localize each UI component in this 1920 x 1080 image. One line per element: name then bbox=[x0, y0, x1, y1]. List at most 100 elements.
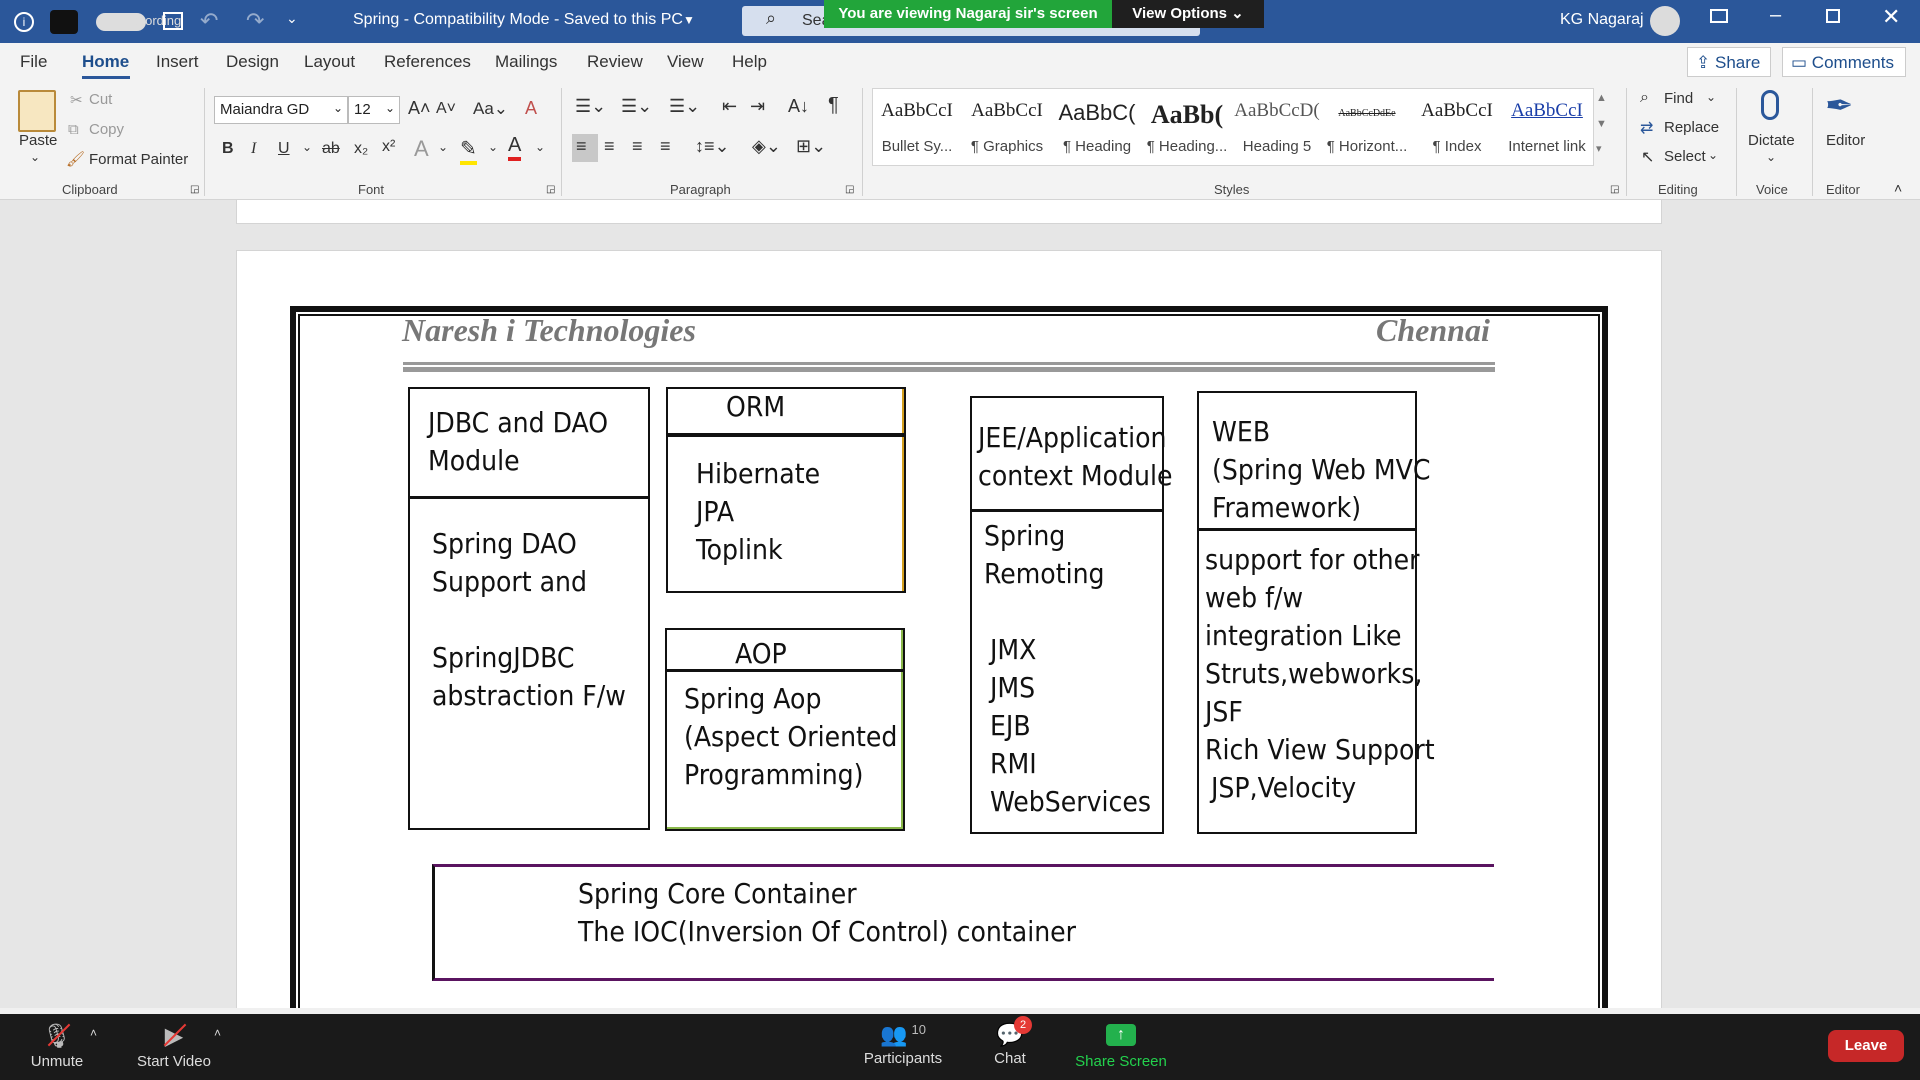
editor-button[interactable]: Editor bbox=[1826, 132, 1865, 149]
more-styles-icon[interactable]: ▾ bbox=[1596, 142, 1602, 155]
tab-review[interactable]: Review bbox=[587, 52, 643, 72]
undo-icon[interactable]: ↶ bbox=[200, 8, 218, 34]
highlight-icon[interactable]: ✎ bbox=[460, 136, 477, 165]
dialog-launcher-icon[interactable]: ◲ bbox=[190, 184, 199, 195]
strikethrough-icon[interactable]: ab bbox=[322, 140, 340, 158]
justify-icon[interactable]: ≡ bbox=[660, 136, 671, 157]
align-right-icon[interactable]: ≡ bbox=[632, 136, 643, 157]
chat-button[interactable]: 💬 2 Chat bbox=[988, 1016, 1032, 1078]
unmute-button[interactable]: 🎙 Unmute bbox=[30, 1022, 84, 1078]
chevron-down-icon[interactable]: ⌄ bbox=[535, 140, 545, 154]
save-icon[interactable] bbox=[163, 12, 183, 30]
avatar[interactable] bbox=[1650, 6, 1680, 36]
chevron-down-icon[interactable]: ⌄ bbox=[1706, 90, 1716, 104]
shrink-font-icon[interactable]: A˅ bbox=[436, 100, 456, 118]
minimize-icon[interactable]: – bbox=[1770, 4, 1781, 27]
tab-file[interactable]: File bbox=[20, 52, 47, 72]
paste-icon[interactable] bbox=[18, 90, 56, 132]
start-video-button[interactable]: ▶ Start Video bbox=[134, 1022, 214, 1078]
style-item[interactable]: AaBbCcDdEe ¶ Horizont... bbox=[1322, 100, 1412, 155]
line-spacing-icon[interactable]: ↕≡⌄ bbox=[695, 136, 730, 157]
view-options-button[interactable]: View Options ⌄ bbox=[1112, 0, 1264, 28]
chevron-down-icon[interactable]: ⌄ bbox=[1708, 148, 1718, 162]
document-title[interactable]: Spring - Compatibility Mode - Saved to t… bbox=[353, 11, 683, 29]
style-item[interactable]: AaBbCcI Bullet Sy... bbox=[872, 100, 962, 155]
style-item[interactable]: AaBbCcI ¶ Graphics bbox=[962, 100, 1052, 155]
collapse-ribbon-icon[interactable]: ˄ bbox=[1894, 180, 1902, 196]
user-name[interactable]: KG Nagaraj bbox=[1560, 11, 1644, 29]
dialog-launcher-icon[interactable]: ◲ bbox=[845, 184, 854, 195]
clear-formatting-icon[interactable]: A bbox=[525, 98, 537, 119]
bold-icon[interactable]: B bbox=[222, 140, 234, 158]
dialog-launcher-icon[interactable]: ◲ bbox=[1610, 184, 1619, 195]
leave-button[interactable]: Leave bbox=[1828, 1030, 1904, 1062]
format-painter-button[interactable]: Format Painter bbox=[89, 151, 188, 168]
microphone-icon[interactable] bbox=[1761, 90, 1779, 120]
font-size-dropdown[interactable]: 12 ⌄ bbox=[348, 96, 400, 124]
chevron-down-icon[interactable]: ⌄ bbox=[30, 150, 40, 164]
editor-icon[interactable]: ✒ bbox=[1825, 86, 1854, 126]
share-button[interactable]: ⇪ Share bbox=[1687, 47, 1771, 77]
increase-indent-icon[interactable]: ⇥ bbox=[750, 96, 765, 117]
align-left-icon[interactable]: ≡ bbox=[572, 134, 598, 162]
scroll-down-icon[interactable]: ▼ bbox=[1596, 118, 1607, 130]
dictate-button[interactable]: Dictate bbox=[1748, 132, 1795, 149]
borders-icon[interactable]: ⊞⌄ bbox=[796, 136, 826, 157]
tab-help[interactable]: Help bbox=[732, 52, 767, 72]
chevron-down-icon[interactable]: ⌄ bbox=[302, 140, 312, 154]
customize-qat-icon[interactable]: ⌄ bbox=[286, 10, 298, 27]
sort-icon[interactable]: A↓ bbox=[788, 96, 809, 117]
tab-insert[interactable]: Insert bbox=[156, 52, 199, 72]
select-button[interactable]: Select bbox=[1664, 148, 1706, 165]
chevron-down-icon[interactable]: ⌄ bbox=[438, 140, 448, 154]
restore-icon[interactable] bbox=[1826, 9, 1840, 23]
chevron-down-icon[interactable]: ⌄ bbox=[488, 140, 498, 154]
italic-icon[interactable]: I bbox=[251, 140, 256, 158]
align-center-icon[interactable]: ≡ bbox=[604, 136, 615, 157]
close-icon[interactable]: ✕ bbox=[1882, 4, 1900, 30]
underline-icon[interactable]: U bbox=[278, 140, 290, 158]
chevron-up-icon[interactable]: ˄ bbox=[90, 1026, 97, 1040]
chevron-down-icon[interactable]: ▼ bbox=[683, 13, 695, 27]
style-item[interactable]: AaBbCcI ¶ Index bbox=[1412, 100, 1502, 155]
font-name-dropdown[interactable]: Maiandra GD ⌄ bbox=[214, 96, 348, 124]
info-icon[interactable]: i bbox=[14, 12, 34, 32]
style-item[interactable]: AaBbCcD(Heading 5 bbox=[1232, 100, 1322, 155]
ribbon-display-icon[interactable] bbox=[1710, 9, 1728, 23]
style-item[interactable]: AaBbC(¶ Heading bbox=[1052, 100, 1142, 155]
copy-button[interactable]: Copy bbox=[89, 121, 124, 138]
replace-button[interactable]: Replace bbox=[1664, 119, 1719, 136]
comments-button[interactable]: ▭ Comments bbox=[1782, 47, 1906, 77]
tab-mailings[interactable]: Mailings bbox=[495, 52, 557, 72]
style-item[interactable]: AaBb(¶ Heading... bbox=[1142, 100, 1232, 155]
redo-icon[interactable]: ↷ bbox=[246, 8, 264, 34]
subscript-icon[interactable]: x₂ bbox=[354, 140, 368, 158]
tab-view[interactable]: View bbox=[667, 52, 704, 72]
bullets-icon[interactable]: ☰⌄ bbox=[575, 96, 606, 117]
chevron-up-icon[interactable]: ˄ bbox=[214, 1026, 221, 1040]
participants-button[interactable]: 👥 10 Participants bbox=[862, 1022, 944, 1078]
change-case-icon[interactable]: Aa⌄ bbox=[473, 99, 508, 119]
tab-home[interactable]: Home bbox=[82, 52, 129, 72]
multilevel-list-icon[interactable]: ☰⌄ bbox=[669, 96, 700, 117]
styles-group-label: Styles bbox=[1214, 182, 1250, 197]
show-formatting-icon[interactable]: ¶ bbox=[828, 94, 839, 117]
cut-button[interactable]: Cut bbox=[89, 91, 112, 108]
share-screen-button[interactable]: ↑ Share Screen bbox=[1074, 1022, 1168, 1078]
decrease-indent-icon[interactable]: ⇤ bbox=[722, 96, 737, 117]
font-color-icon[interactable]: A bbox=[508, 134, 522, 161]
paste-label[interactable]: Paste bbox=[19, 132, 57, 149]
style-item[interactable]: AaBbCcI Internet link bbox=[1502, 100, 1592, 155]
tab-design[interactable]: Design bbox=[226, 52, 279, 72]
tab-references[interactable]: References bbox=[384, 52, 471, 72]
numbering-icon[interactable]: ☰⌄ bbox=[621, 96, 652, 117]
superscript-icon[interactable]: x² bbox=[382, 138, 395, 156]
text-effects-icon[interactable]: A bbox=[414, 136, 429, 162]
chevron-down-icon[interactable]: ⌄ bbox=[1766, 150, 1776, 164]
tab-layout[interactable]: Layout bbox=[304, 52, 355, 72]
scroll-up-icon[interactable]: ▲ bbox=[1596, 92, 1607, 104]
find-button[interactable]: Find bbox=[1664, 90, 1693, 107]
shading-icon[interactable]: ◈⌄ bbox=[752, 136, 781, 157]
dialog-launcher-icon[interactable]: ◲ bbox=[546, 184, 555, 195]
grow-font-icon[interactable]: A˄ bbox=[408, 98, 431, 119]
